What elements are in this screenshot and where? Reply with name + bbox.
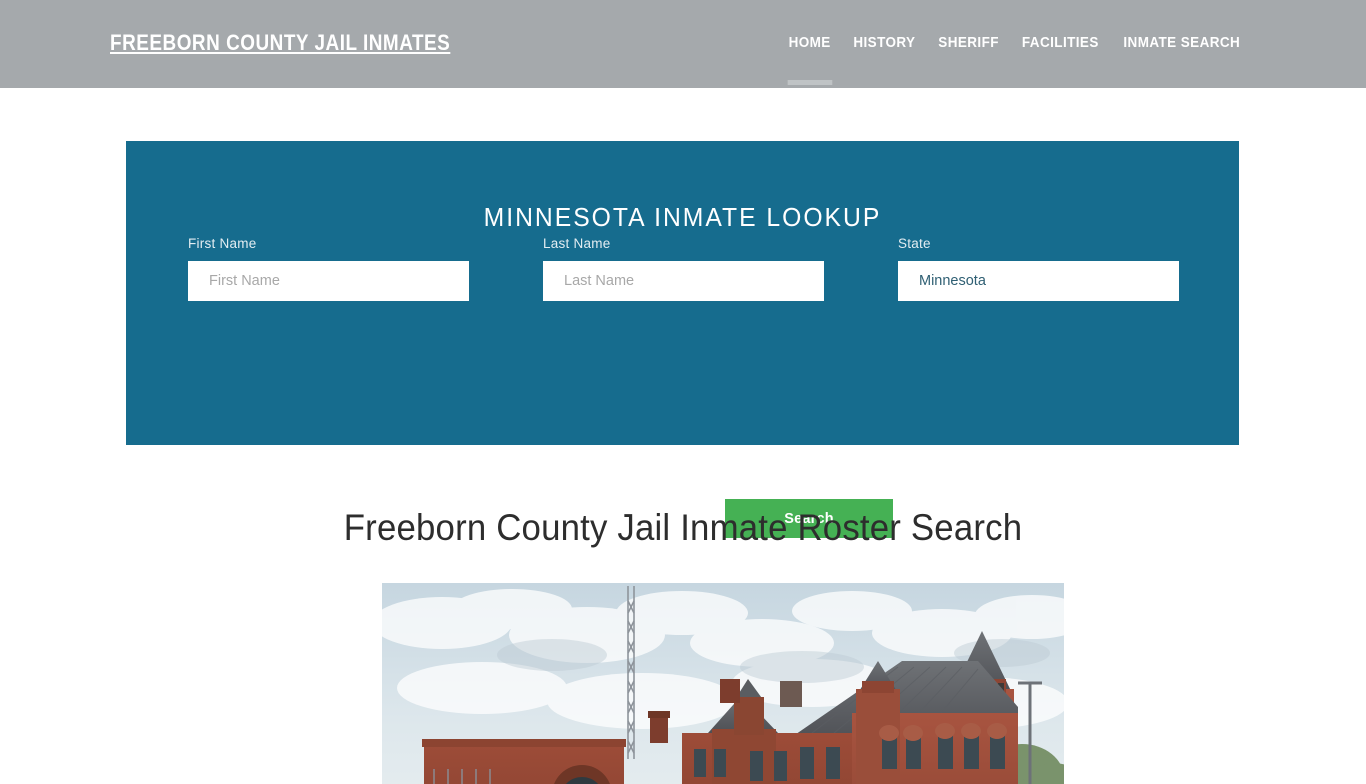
last-name-field-group: Last Name: [543, 236, 824, 301]
inmate-lookup-panel: Minnesota Inmate Lookup First Name Last …: [126, 141, 1239, 538]
courthouse-photo: [382, 583, 1064, 784]
state-select[interactable]: Minnesota: [898, 261, 1179, 301]
site-header: Freeborn County Jail Inmates Home Histor…: [0, 0, 1366, 88]
nav-item-history[interactable]: History: [845, 32, 924, 54]
last-name-label: Last Name: [543, 236, 611, 251]
site-brand-logo[interactable]: Freeborn County Jail Inmates: [110, 29, 450, 57]
last-name-input[interactable]: [543, 261, 824, 301]
state-field-group: State Minnesota: [898, 236, 1179, 301]
first-name-field-group: First Name: [188, 236, 469, 301]
lookup-panel-title: Minnesota Inmate Lookup: [483, 201, 882, 232]
state-label: State: [898, 236, 931, 251]
lookup-fields-row: First Name Last Name State Minnesota: [126, 236, 1239, 316]
first-name-label: First Name: [188, 236, 257, 251]
courthouse-photo-image: [382, 583, 1064, 784]
first-name-input[interactable]: [188, 261, 469, 301]
nav-item-sheriff[interactable]: Sheriff: [929, 32, 1006, 54]
page-title: Freeborn County Jail Inmate Roster Searc…: [343, 507, 1023, 548]
nav-item-inmate-search[interactable]: Inmate Search: [1115, 32, 1249, 54]
main-navigation: Home History Sheriff Facilities Inmate S…: [778, 32, 1254, 54]
nav-item-home[interactable]: Home: [781, 32, 840, 54]
nav-item-facilities[interactable]: Facilities: [1013, 32, 1107, 54]
